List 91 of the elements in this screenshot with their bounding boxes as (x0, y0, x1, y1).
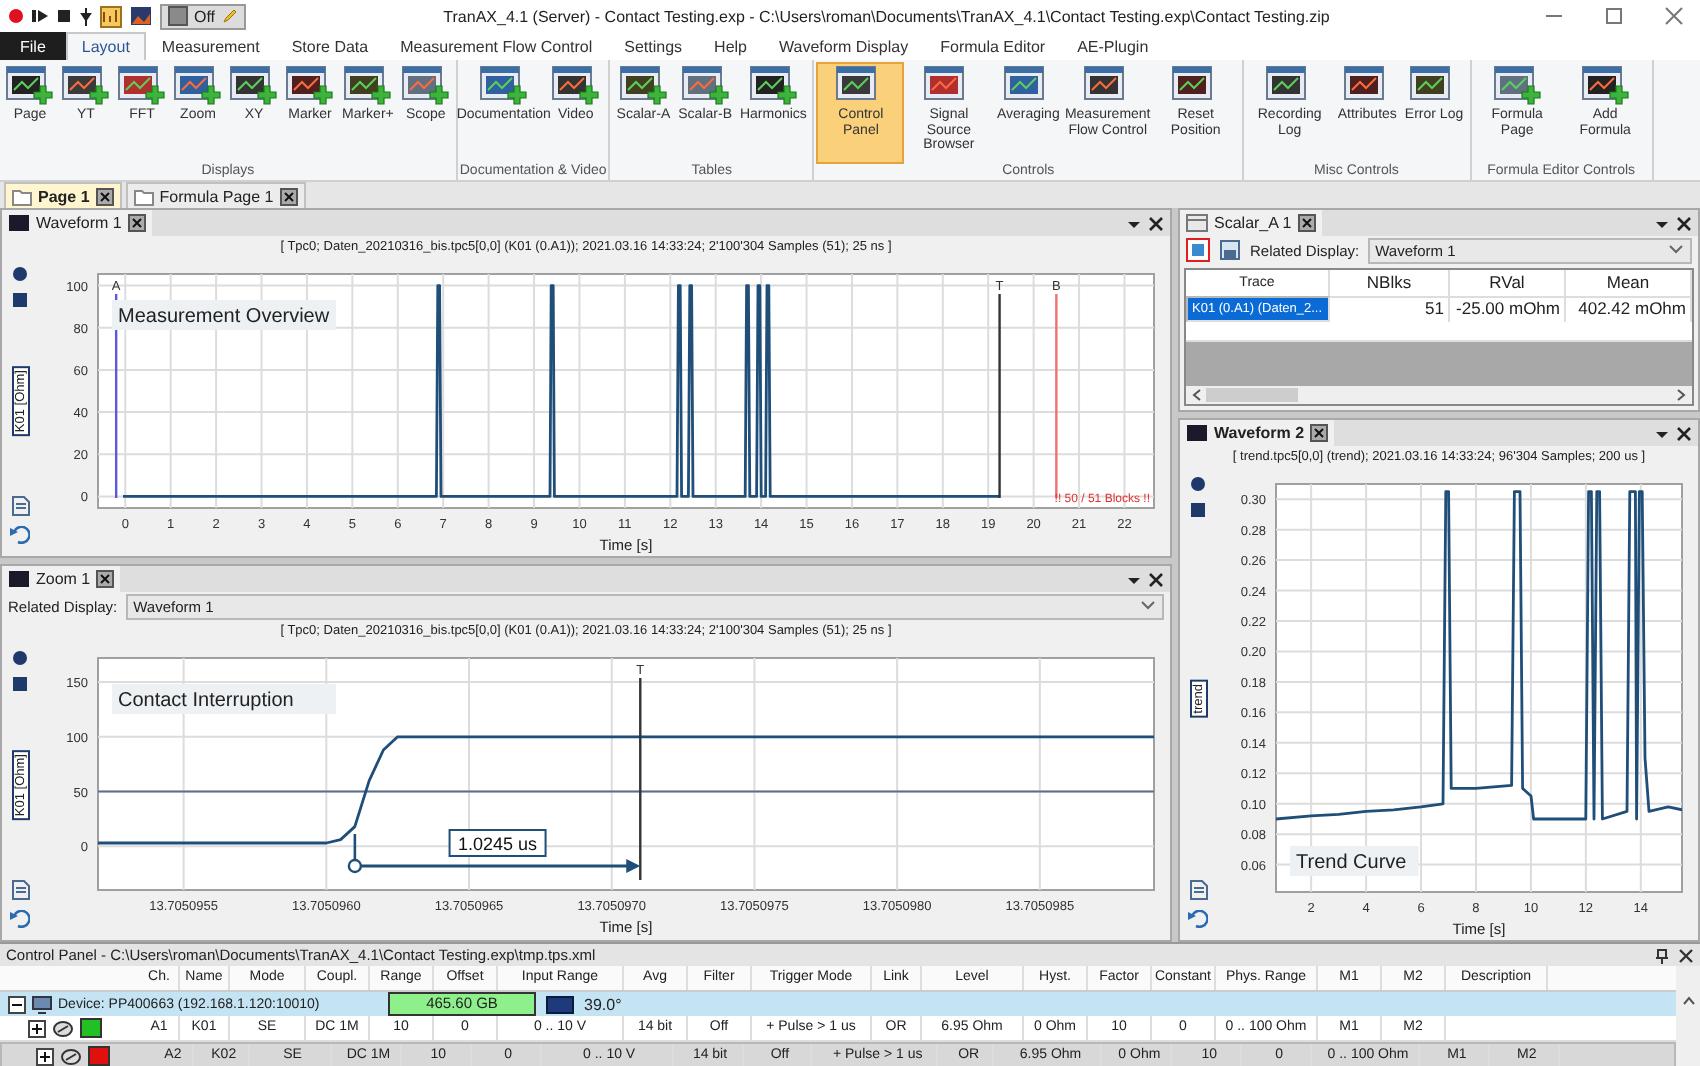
window-plus-icon (1493, 66, 1542, 108)
chart-note: Contact Interruption (112, 684, 336, 714)
temperature-reading: 39.0° (584, 995, 622, 1013)
panel-tab[interactable]: Zoom 1 (2, 566, 121, 592)
undo-icon[interactable] (10, 910, 30, 929)
circle-icon[interactable] (1190, 476, 1206, 492)
table-icon (1186, 214, 1208, 232)
close-icon[interactable] (1310, 424, 1329, 442)
window-plus-icon (230, 66, 278, 108)
window-title: TranAX_4.1 (Server) - Contact Testing.exp - C:\Users\roman\Documents\TranAX_4.1\Contact Testing.exp\Contact Testing.zip (441, 7, 1332, 25)
close-icon[interactable] (1297, 214, 1316, 232)
pin-icon[interactable] (80, 7, 92, 25)
ribbon-tab[interactable]: Settings (608, 32, 699, 60)
close-icon[interactable] (96, 570, 115, 588)
scrollbar[interactable] (1676, 966, 1700, 1066)
measure-arrow[interactable] (347, 834, 641, 874)
pin-icon[interactable] (1654, 947, 1670, 963)
ribbon-tab[interactable]: Store Data (275, 32, 385, 60)
image-icon[interactable] (130, 6, 152, 26)
window-plus-icon (118, 66, 166, 108)
close-icon[interactable] (1676, 215, 1692, 231)
close-icon[interactable] (95, 187, 114, 205)
chart-note: Trend Curve (1290, 846, 1419, 876)
circle-icon[interactable] (12, 266, 28, 282)
measure-label: 1.0245 us (448, 829, 547, 857)
export-icon[interactable] (1189, 880, 1207, 901)
window-icon (8, 214, 30, 232)
close-icon[interactable] (1148, 215, 1164, 231)
window-plus-icon (401, 66, 450, 108)
stop-icon[interactable] (56, 8, 72, 24)
record-icon[interactable] (8, 8, 24, 24)
page-tab[interactable]: Formula Page 1 (125, 182, 306, 208)
ribbon-tab[interactable]: Measurement Flow Control (384, 32, 609, 60)
column-header[interactable]: NBlks (1330, 270, 1450, 298)
window-plus-icon (619, 66, 668, 108)
export-icon[interactable] (11, 880, 29, 901)
undo-icon[interactable] (10, 526, 30, 545)
scrollbar[interactable] (1186, 386, 1692, 404)
window-icon (8, 570, 30, 588)
panel-tab[interactable]: Waveform 1 (2, 210, 152, 236)
window-plus-icon (681, 66, 730, 108)
close-icon[interactable] (1678, 947, 1694, 963)
chevron-icon (1668, 244, 1684, 256)
pencil-icon (221, 8, 238, 24)
step-icon[interactable] (32, 8, 48, 24)
swatch-icon (168, 6, 188, 26)
close-icon[interactable] (279, 187, 298, 205)
window-plus-icon (479, 66, 528, 108)
window-plus-icon (749, 66, 798, 108)
ribbon-tab[interactable]: Waveform Display (763, 32, 925, 60)
undo-icon[interactable] (1188, 910, 1208, 929)
window-plus-icon (174, 66, 222, 108)
export-icon[interactable] (11, 496, 29, 517)
ribbon-tab[interactable]: Layout (65, 32, 146, 60)
save-icon[interactable] (1218, 238, 1242, 262)
panel-tab[interactable]: Waveform 2 (1180, 420, 1335, 446)
column-header[interactable]: Mean (1566, 270, 1692, 298)
ribbon-tab[interactable]: File (0, 32, 66, 60)
expand-icon[interactable] (28, 1019, 46, 1037)
window-plus-icon (1581, 66, 1630, 108)
arrow-up-icon[interactable] (1681, 994, 1695, 1006)
refresh-icon[interactable] (1186, 238, 1210, 262)
ribbon-tab[interactable]: Help (698, 32, 763, 60)
arrow-left-icon[interactable] (1190, 388, 1202, 402)
column-header[interactable]: RVal (1450, 270, 1566, 298)
square-icon[interactable] (12, 676, 28, 692)
circle-icon[interactable] (12, 650, 28, 666)
square-icon[interactable] (1190, 502, 1206, 518)
panel-tab[interactable]: Scalar_A 1 (1180, 210, 1322, 236)
window-icon (1186, 424, 1208, 442)
ribbon-tab[interactable]: Measurement (145, 32, 276, 60)
page-tab[interactable]: Page 1 (4, 182, 122, 208)
expand-icon[interactable] (36, 1047, 54, 1065)
window-plus-icon (62, 66, 110, 108)
square-icon[interactable] (12, 292, 28, 308)
arrow-right-icon[interactable] (1676, 388, 1688, 402)
close-icon[interactable] (127, 214, 146, 232)
close-icon[interactable] (1148, 571, 1164, 587)
ribbon-tab[interactable]: AE-Plugin (1061, 32, 1165, 60)
mode-toggle[interactable]: Off (160, 3, 246, 29)
chart-note: Measurement Overview (112, 300, 336, 330)
window-plus-icon (343, 66, 392, 108)
chevron-icon (1140, 600, 1156, 612)
collapse-icon[interactable] (8, 995, 26, 1013)
window-plus-icon (286, 66, 334, 108)
window-plus-icon (551, 66, 600, 108)
ribbon-tab[interactable]: Formula Editor (924, 32, 1062, 60)
chart-icon[interactable] (100, 5, 122, 27)
window-plus-icon (6, 66, 54, 108)
device-icon (32, 995, 52, 1013)
close-icon[interactable] (1676, 425, 1692, 441)
